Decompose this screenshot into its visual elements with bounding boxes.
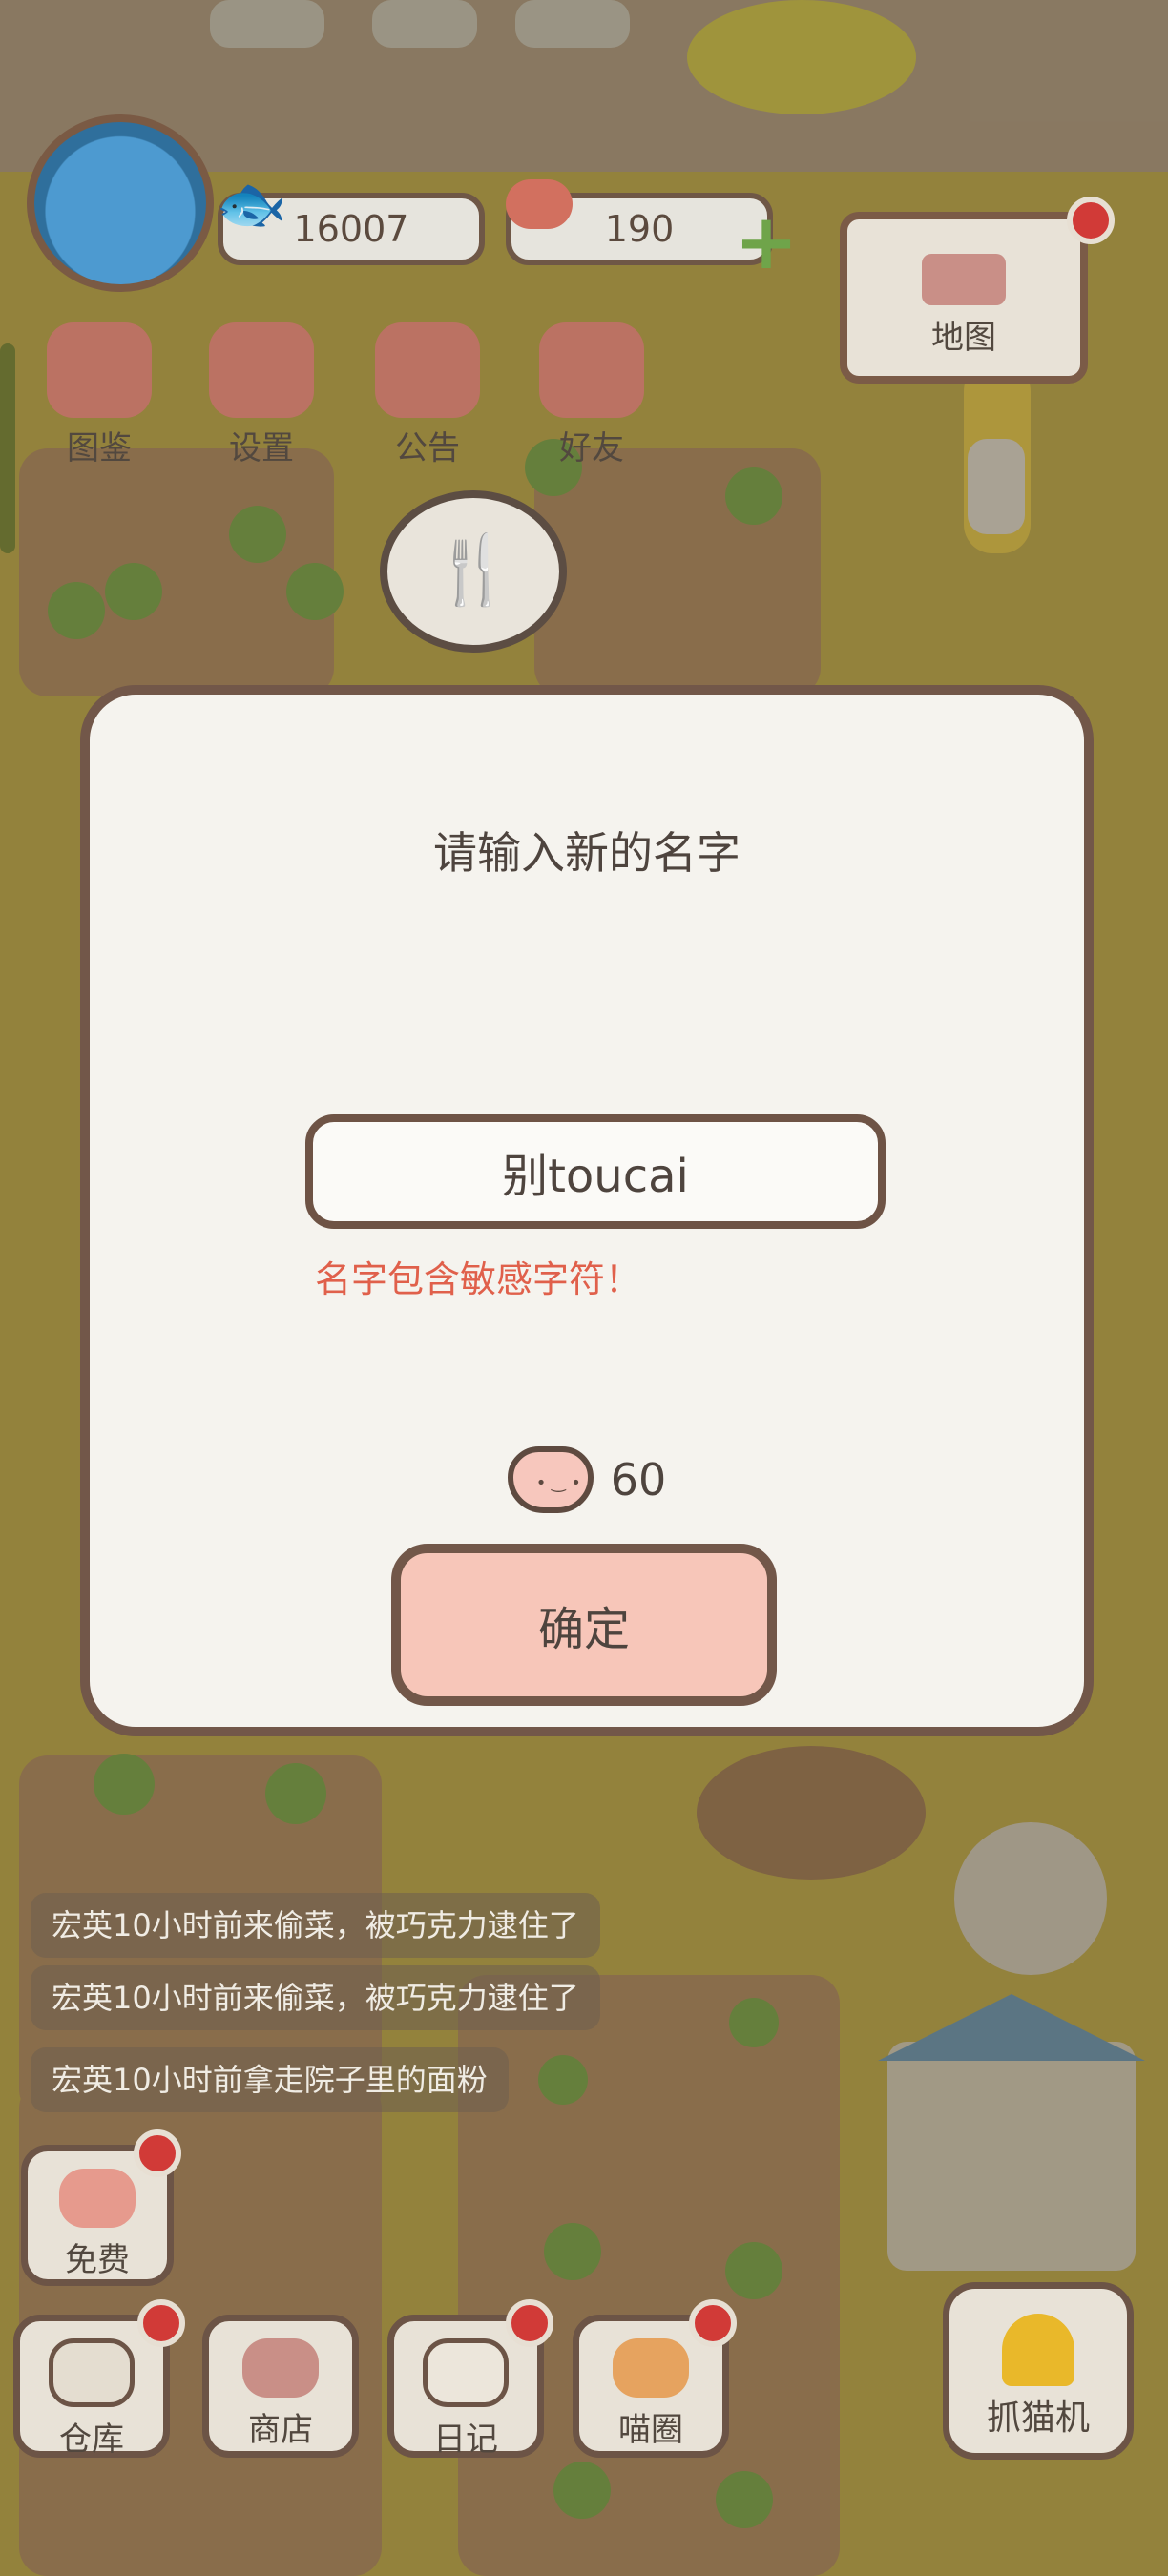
- fish-counter: 🐟 16007: [216, 171, 485, 265]
- warehouse-icon: [49, 2338, 135, 2407]
- fork-spoon-icon: 🍴: [431, 530, 515, 609]
- heart-icon: [506, 179, 573, 229]
- name-input[interactable]: [305, 1114, 886, 1229]
- diary-notification-dot: [506, 2299, 553, 2347]
- top-icon-catalog[interactable]: 图鉴: [32, 322, 166, 468]
- player-avatar[interactable]: [27, 114, 214, 292]
- cat-book-icon: [47, 322, 152, 418]
- top-icon-announcement[interactable]: 公告: [361, 322, 494, 468]
- log-line: 宏英10小时前来偷菜，被巧克力逮住了: [31, 1965, 600, 2030]
- heart-count: 190: [604, 208, 675, 250]
- log-line: 宏英10小时前来偷菜，被巧克力逮住了: [31, 1893, 600, 1958]
- friends-icon: [539, 322, 644, 418]
- bottom-item-shop[interactable]: 商店: [202, 2315, 359, 2458]
- fish-count: 16007: [293, 208, 409, 250]
- top-icon-settings[interactable]: 设置: [195, 322, 328, 468]
- heart-icon: • ‿ •: [507, 1446, 594, 1513]
- error-message: 名字包含敏感字符！: [315, 1258, 642, 1300]
- food-request-bubble[interactable]: 🍴: [380, 490, 567, 653]
- top-icon-friends[interactable]: 好友: [525, 322, 658, 468]
- rename-dialog: 请输入新的名字 名字包含敏感字符！ • ‿ • 60 确定: [80, 685, 1094, 1736]
- map-notification-dot: [1067, 197, 1115, 244]
- claw-machine-button[interactable]: 抓猫机: [943, 2282, 1134, 2460]
- diary-icon: [423, 2338, 509, 2407]
- gear-icon: [209, 322, 314, 418]
- dialog-title: 请输入新的名字: [433, 827, 740, 879]
- shop-icon: [242, 2338, 319, 2398]
- claw-icon: [1002, 2314, 1074, 2386]
- heart-icon: [59, 2169, 136, 2228]
- catplanet-notification-dot: [689, 2299, 737, 2347]
- add-hearts-button[interactable]: +: [733, 204, 800, 280]
- cost-value: 60: [610, 1454, 667, 1506]
- confirm-button[interactable]: 确定: [391, 1544, 777, 1706]
- fish-icon: 🐟: [216, 171, 287, 238]
- cat-planet-icon: [613, 2338, 689, 2398]
- warehouse-notification-dot: [137, 2299, 185, 2347]
- log-line: 宏英10小时前拿走院子里的面粉: [31, 2047, 509, 2112]
- fence-icon: [922, 254, 1006, 305]
- gift-icon: [375, 322, 480, 418]
- free-notification-dot: [134, 2129, 181, 2177]
- map-button[interactable]: 地图: [840, 212, 1088, 384]
- rename-cost: • ‿ • 60: [90, 1446, 1084, 1513]
